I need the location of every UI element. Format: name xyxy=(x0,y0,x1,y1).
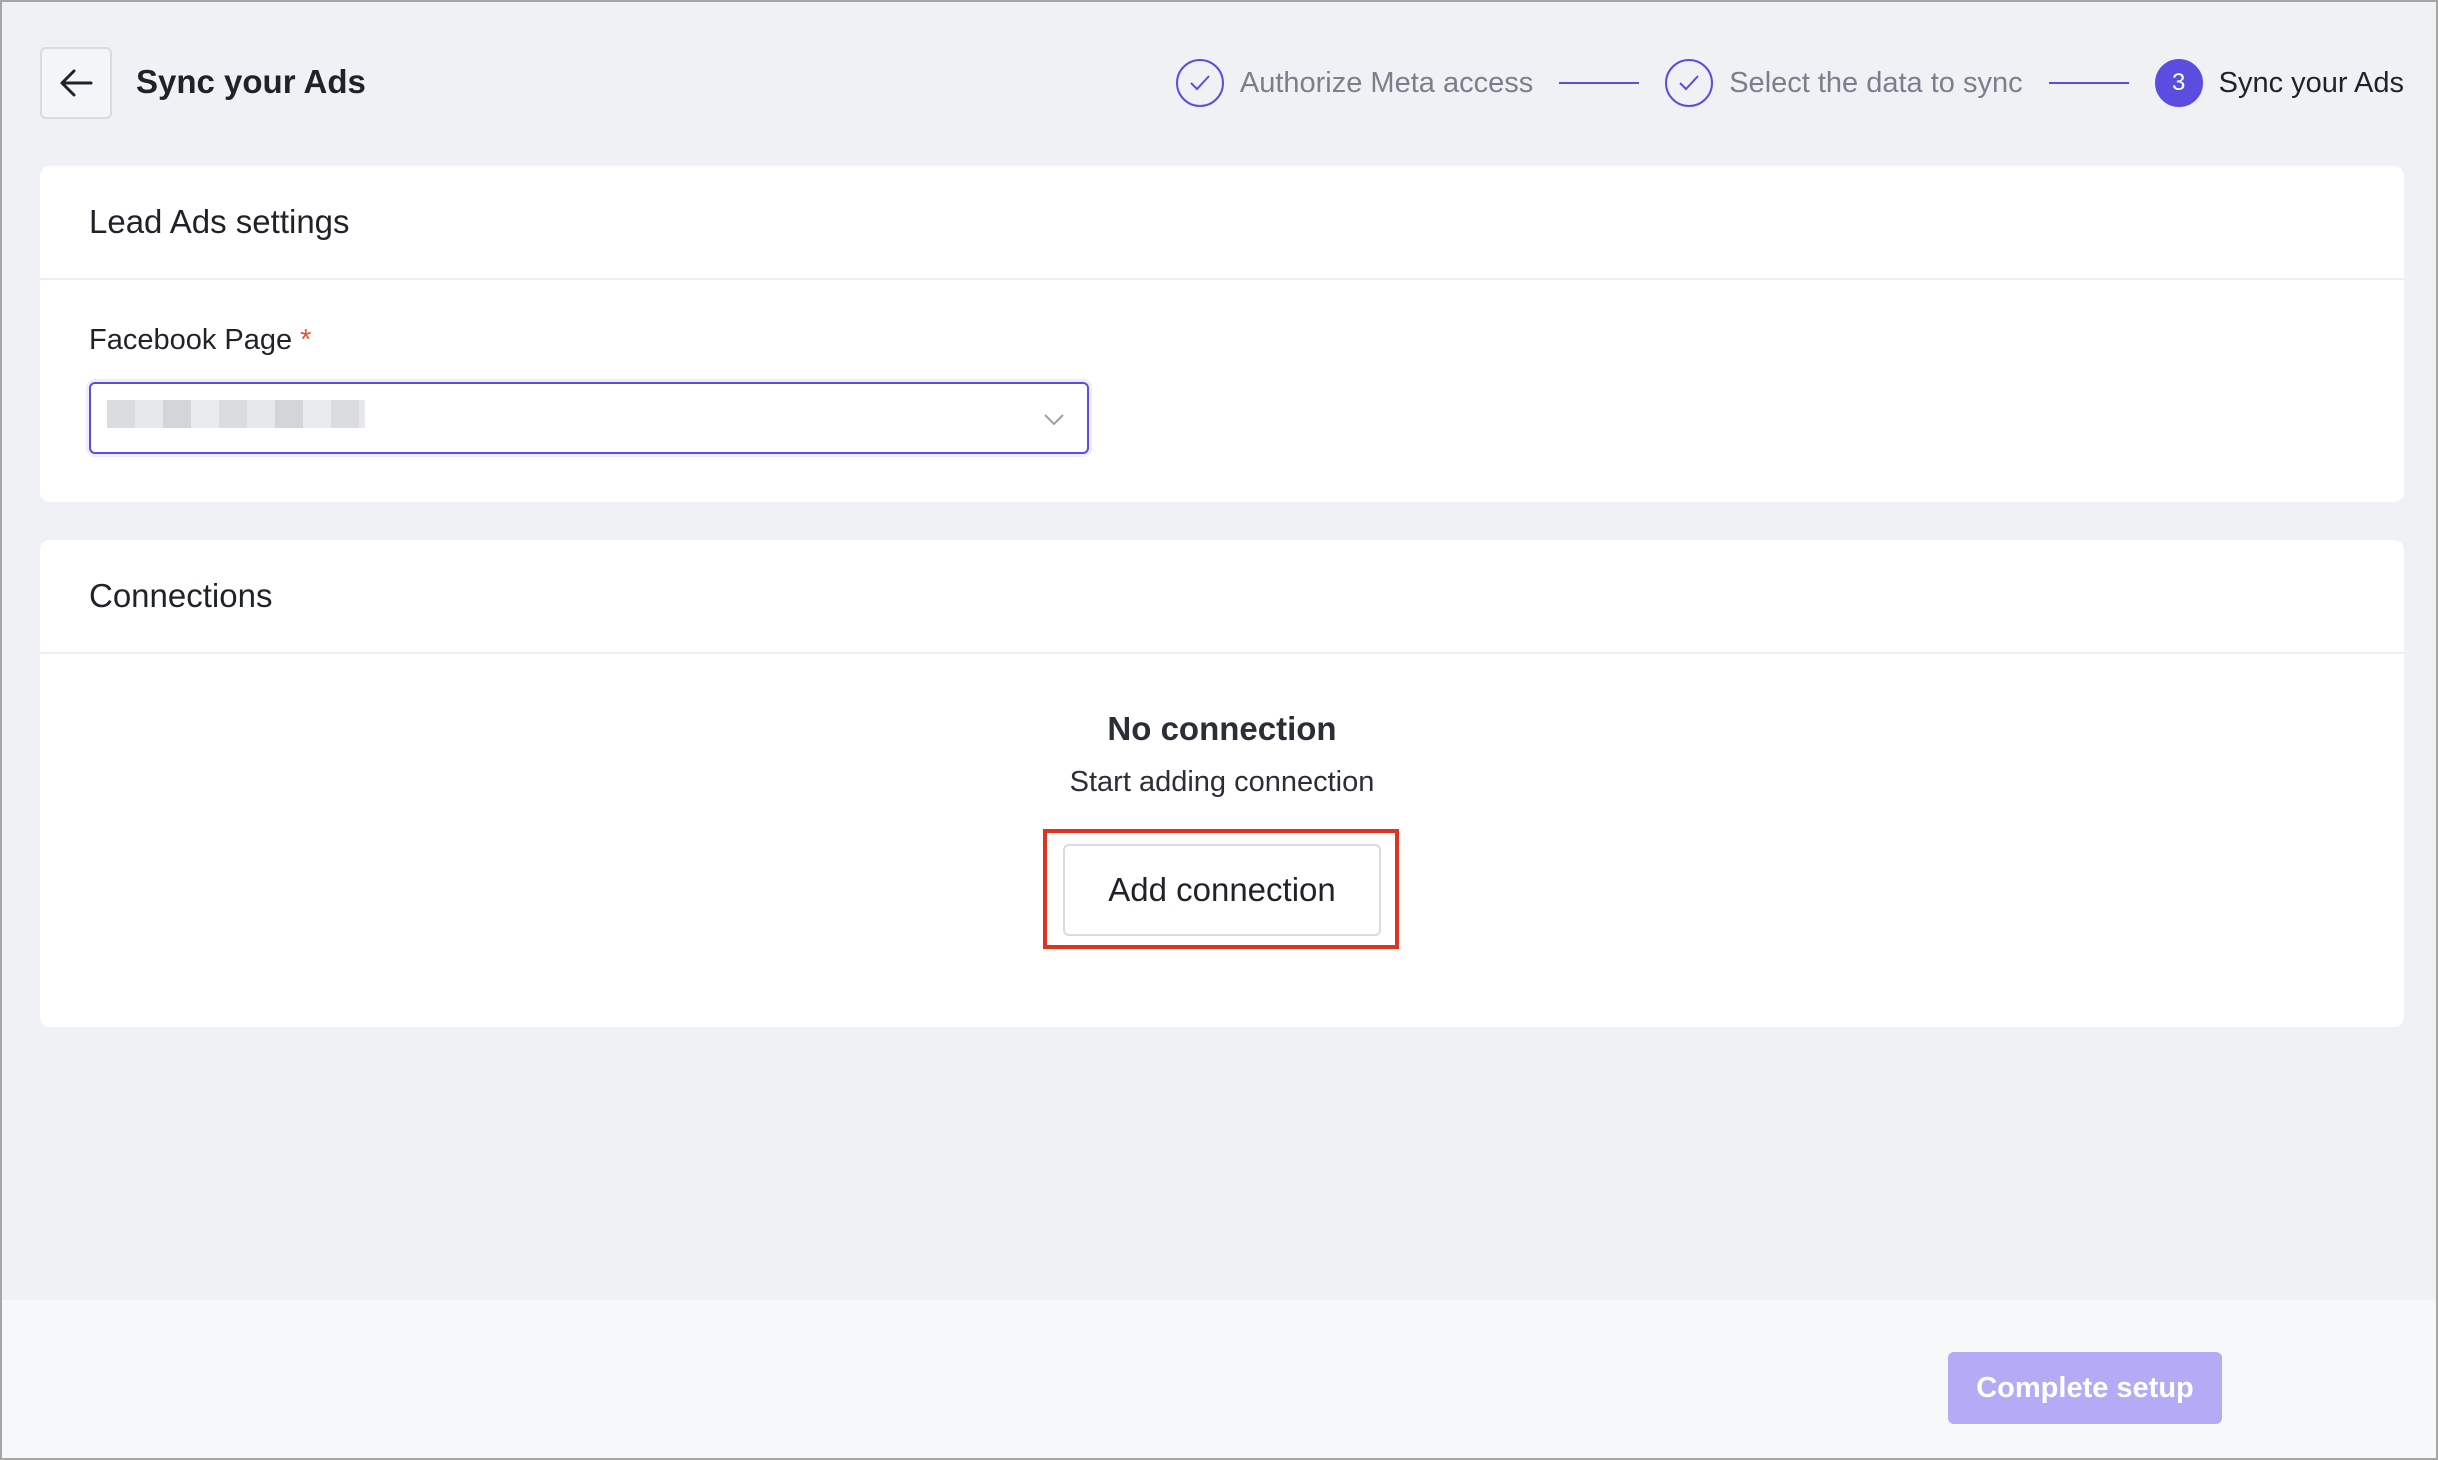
card-title: Connections xyxy=(40,540,2404,654)
connections-card: Connections No connection Start adding c… xyxy=(40,540,2404,1027)
footer-bar: Complete setup xyxy=(2,1300,2436,1458)
step-sync-ads: 3 Sync your Ads xyxy=(2154,59,2404,107)
empty-state-title: No connection xyxy=(1107,710,1337,747)
check-icon xyxy=(1665,59,1714,107)
required-mark: * xyxy=(300,324,312,356)
back-button[interactable] xyxy=(40,47,112,119)
chevron-down-icon xyxy=(1044,414,1064,426)
check-icon xyxy=(1175,59,1224,107)
facebook-page-select[interactable] xyxy=(89,382,1089,454)
step-number-badge: 3 xyxy=(2154,59,2203,107)
redacted-value xyxy=(107,400,365,428)
card-title: Lead Ads settings xyxy=(40,166,2404,280)
step-label: Select the data to sync xyxy=(1729,66,2023,99)
app-frame: Sync your Ads Authorize Meta access Sele… xyxy=(2,2,2436,1458)
step-select-data: Select the data to sync xyxy=(1665,59,2023,107)
step-connector xyxy=(1559,82,1640,84)
step-label: Sync your Ads xyxy=(2218,66,2404,99)
step-label: Authorize Meta access xyxy=(1239,66,1534,99)
stepper: Authorize Meta access Select the data to… xyxy=(1175,58,2404,108)
complete-setup-button[interactable]: Complete setup xyxy=(1948,1352,2222,1424)
field-label-text: Facebook Page xyxy=(89,324,293,356)
page-header: Sync your Ads Authorize Meta access Sele… xyxy=(2,2,2436,162)
facebook-page-label: Facebook Page * xyxy=(89,324,311,357)
add-connection-button[interactable]: Add connection xyxy=(1063,844,1381,936)
lead-ads-settings-card: Lead Ads settings Facebook Page * xyxy=(40,166,2404,502)
page-title: Sync your Ads xyxy=(136,63,366,100)
arrow-left-icon xyxy=(60,69,93,97)
step-authorize: Authorize Meta access xyxy=(1175,59,1534,107)
empty-state-subtitle: Start adding connection xyxy=(1069,766,1375,798)
step-connector xyxy=(2048,82,2129,84)
